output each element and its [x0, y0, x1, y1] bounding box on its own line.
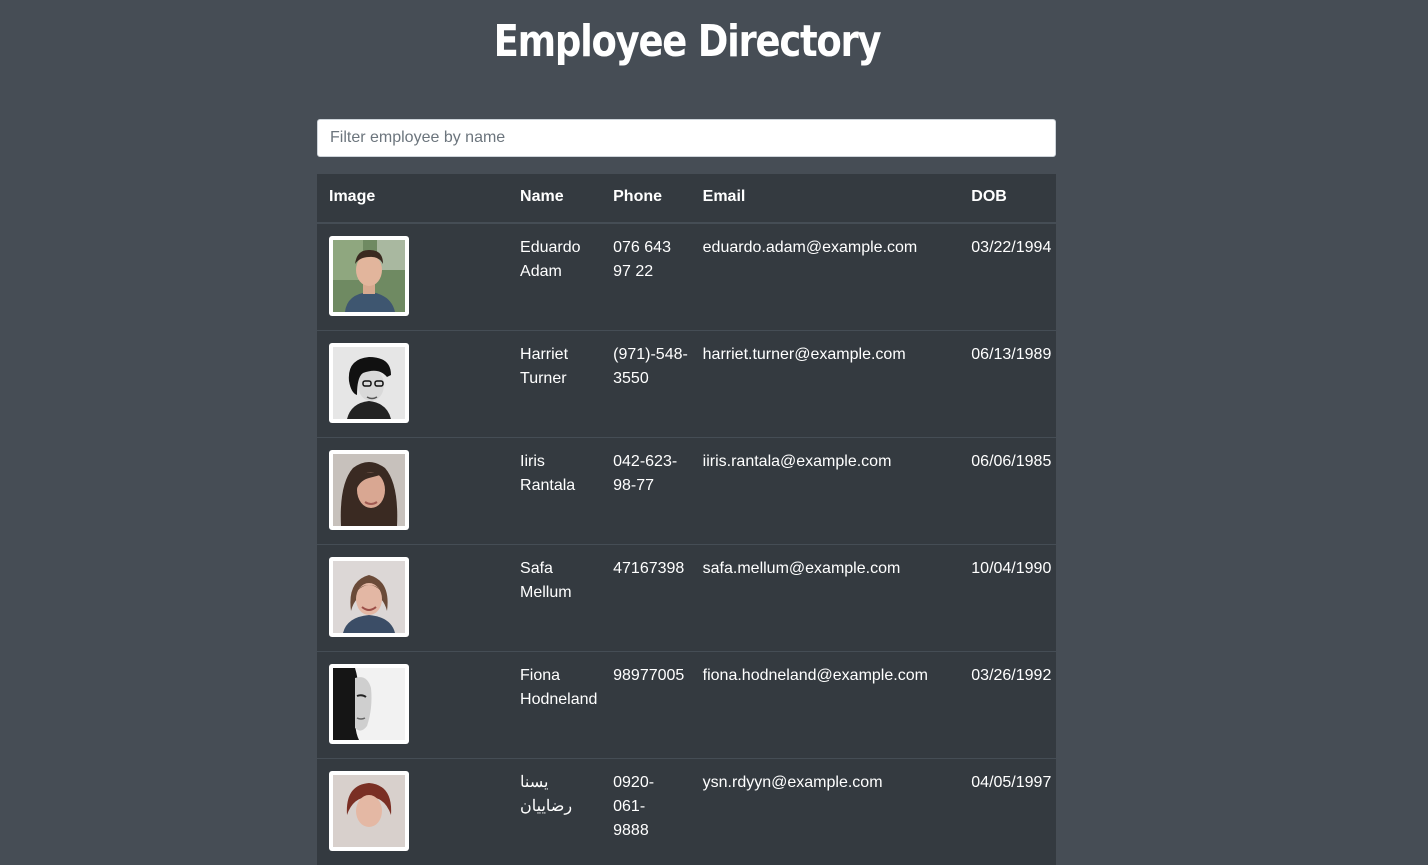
table-header: Image Name Phone Email DOB: [317, 174, 1056, 223]
image-cell: [317, 759, 508, 865]
table-row: Eduardo Adam 076 643 97 22 eduardo.adam@…: [317, 223, 1056, 331]
employee-phone: 042-623-98-77: [601, 438, 691, 545]
employee-photo: [329, 664, 409, 744]
employee-dob: 06/13/1989: [959, 331, 1056, 438]
employee-phone: (971)-548-3550: [601, 331, 691, 438]
employee-dob: 04/05/1997: [959, 759, 1056, 865]
table-row: Fiona Hodneland 98977005 fiona.hodneland…: [317, 652, 1056, 759]
employee-email: eduardo.adam@example.com: [691, 223, 960, 331]
employee-dob: 03/26/1992: [959, 652, 1056, 759]
table-row: Harriet Turner (971)-548-3550 harriet.tu…: [317, 331, 1056, 438]
employee-name: Safa Mellum: [508, 545, 601, 652]
page-title: Employee Directory: [110, 16, 1264, 68]
table-row: یسنا رضاییان 0920-061-9888 ysn.rdyyn@exa…: [317, 759, 1056, 865]
column-header-image[interactable]: Image: [317, 174, 508, 223]
employee-phone: 47167398: [601, 545, 691, 652]
employee-name: یسنا رضاییان: [508, 759, 601, 865]
column-header-name[interactable]: Name: [508, 174, 601, 223]
employee-dob: 10/04/1990: [959, 545, 1056, 652]
employee-email: fiona.hodneland@example.com: [691, 652, 960, 759]
table-body: Eduardo Adam 076 643 97 22 eduardo.adam@…: [317, 223, 1056, 865]
employee-phone: 0920-061-9888: [601, 759, 691, 865]
employee-name: Fiona Hodneland: [508, 652, 601, 759]
table-row: Iiris Rantala 042-623-98-77 iiris.rantal…: [317, 438, 1056, 545]
column-header-phone[interactable]: Phone: [601, 174, 691, 223]
employee-phone: 98977005: [601, 652, 691, 759]
image-cell: [317, 331, 508, 438]
employee-table: Image Name Phone Email DOB: [317, 174, 1056, 865]
employee-dob: 06/06/1985: [959, 438, 1056, 545]
employee-photo: [329, 557, 409, 637]
filter-employee-input[interactable]: [317, 119, 1056, 157]
image-cell: [317, 545, 508, 652]
employee-email: harriet.turner@example.com: [691, 331, 960, 438]
column-header-dob[interactable]: DOB: [959, 174, 1056, 223]
image-cell: [317, 223, 508, 331]
employee-email: ysn.rdyyn@example.com: [691, 759, 960, 865]
table-header-row: Image Name Phone Email DOB: [317, 174, 1056, 223]
employee-email: iiris.rantala@example.com: [691, 438, 960, 545]
employee-photo: [329, 771, 409, 851]
employee-name: Iiris Rantala: [508, 438, 601, 545]
employee-table-container: Image Name Phone Email DOB: [317, 174, 1056, 865]
employee-phone: 076 643 97 22: [601, 223, 691, 331]
employee-photo: [329, 343, 409, 423]
image-cell: [317, 652, 508, 759]
employee-photo: [329, 450, 409, 530]
employee-photo: [329, 236, 409, 316]
employee-dob: 03/22/1994: [959, 223, 1056, 331]
column-header-email[interactable]: Email: [691, 174, 960, 223]
image-cell: [317, 438, 508, 545]
employee-name: Harriet Turner: [508, 331, 601, 438]
employee-name: Eduardo Adam: [508, 223, 601, 331]
table-row: Safa Mellum 47167398 safa.mellum@example…: [317, 545, 1056, 652]
employee-email: safa.mellum@example.com: [691, 545, 960, 652]
